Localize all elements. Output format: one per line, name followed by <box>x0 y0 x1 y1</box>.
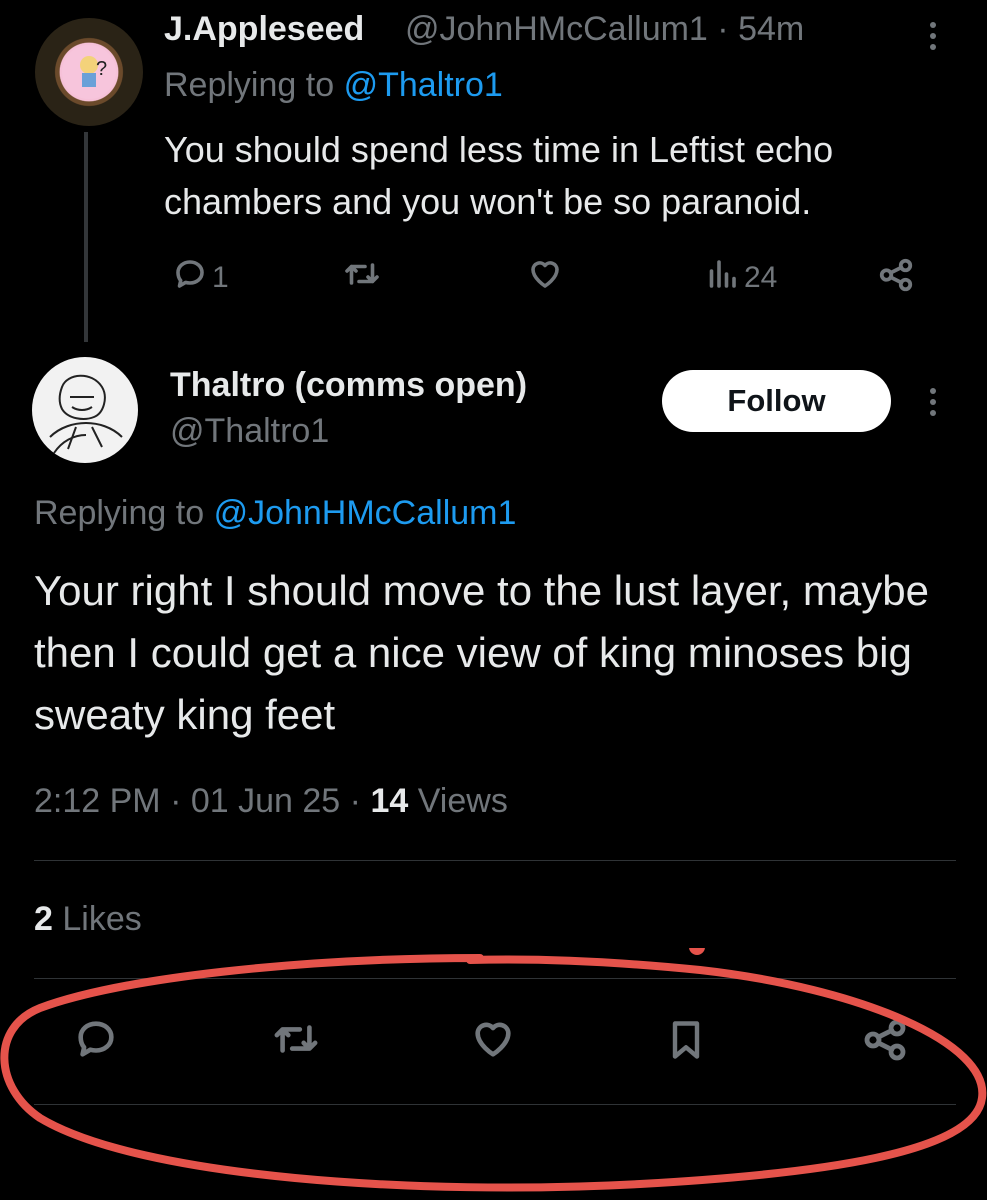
thread-connector-line <box>84 132 88 342</box>
more-options-icon[interactable] <box>929 388 937 416</box>
retweet-icon <box>342 256 382 300</box>
divider <box>34 978 956 979</box>
main-tweet-action-bar <box>60 1010 930 1070</box>
reply-button[interactable] <box>72 1016 120 1070</box>
divider <box>34 1104 956 1105</box>
replying-to-line: Replying to @JohnHMcCallum1 <box>34 494 516 533</box>
tweet-text: Your right I should move to the lust lay… <box>34 567 929 738</box>
user-handle[interactable]: @Thaltro1 <box>170 412 329 451</box>
like-button[interactable] <box>468 1016 518 1070</box>
follow-button[interactable]: Follow <box>662 370 891 432</box>
retweet-button[interactable] <box>342 256 382 300</box>
reply-icon <box>172 256 208 300</box>
likes-label: Likes <box>62 900 142 938</box>
divider <box>34 860 956 861</box>
replying-to-mention[interactable]: @Thaltro1 <box>344 66 503 104</box>
heart-icon <box>468 1016 518 1070</box>
bookmark-button[interactable] <box>664 1016 708 1072</box>
display-name[interactable]: J.Appleseed <box>164 10 364 49</box>
likes-count: 2 <box>34 900 53 938</box>
like-button[interactable] <box>526 256 564 300</box>
share-icon <box>860 1016 910 1072</box>
tweet-time[interactable]: 2:12 PM <box>34 782 161 820</box>
bookmark-icon <box>664 1016 708 1072</box>
tweet-action-bar: 1 24 <box>164 248 944 304</box>
tweet-text: You should spend less time in Leftist ec… <box>164 129 834 222</box>
user-handle[interactable]: @JohnHMcCallum1 <box>405 10 708 48</box>
separator-dot: · <box>170 782 182 820</box>
avatar-j-appleseed[interactable]: ? <box>35 18 143 126</box>
retweet-icon <box>270 1016 322 1070</box>
views-chart-icon <box>704 256 740 300</box>
handle-and-time: @JohnHMcCallum1 · 54m <box>405 10 804 49</box>
avatar-thaltro[interactable] <box>32 357 138 463</box>
reply-icon <box>72 1016 120 1070</box>
avatar-image <box>49 374 123 454</box>
reply-count: 1 <box>212 261 229 294</box>
share-icon <box>876 256 916 302</box>
red-highlight-circle <box>0 948 987 1192</box>
views-button[interactable]: 24 <box>704 256 777 300</box>
likes-summary[interactable]: 2 Likes <box>34 900 142 939</box>
reply-button[interactable]: 1 <box>172 256 229 300</box>
tweet-metadata: 2:12 PM · 01 Jun 25 · 14 Views <box>34 782 508 821</box>
more-options-icon[interactable] <box>929 22 937 50</box>
display-name[interactable]: Thaltro (comms open) <box>170 366 527 405</box>
replying-prefix: Replying to <box>164 66 335 104</box>
timestamp[interactable]: · 54m <box>717 10 804 48</box>
share-button[interactable] <box>876 256 916 302</box>
separator-dot: · <box>349 782 361 820</box>
heart-icon <box>526 256 564 300</box>
replying-prefix: Replying to <box>34 494 205 532</box>
tweet-date[interactable]: 01 Jun 25 <box>191 782 340 820</box>
retweet-button[interactable] <box>270 1016 322 1070</box>
share-button[interactable] <box>860 1016 910 1072</box>
views-count: 14 <box>370 782 409 820</box>
views-label: Views <box>417 782 508 820</box>
avatar-image: ? <box>62 45 116 99</box>
svg-text:?: ? <box>96 58 107 80</box>
views-count: 24 <box>744 261 778 294</box>
replying-to-mention[interactable]: @JohnHMcCallum1 <box>214 494 517 532</box>
replying-to-line: Replying to @Thaltro1 <box>164 66 503 105</box>
